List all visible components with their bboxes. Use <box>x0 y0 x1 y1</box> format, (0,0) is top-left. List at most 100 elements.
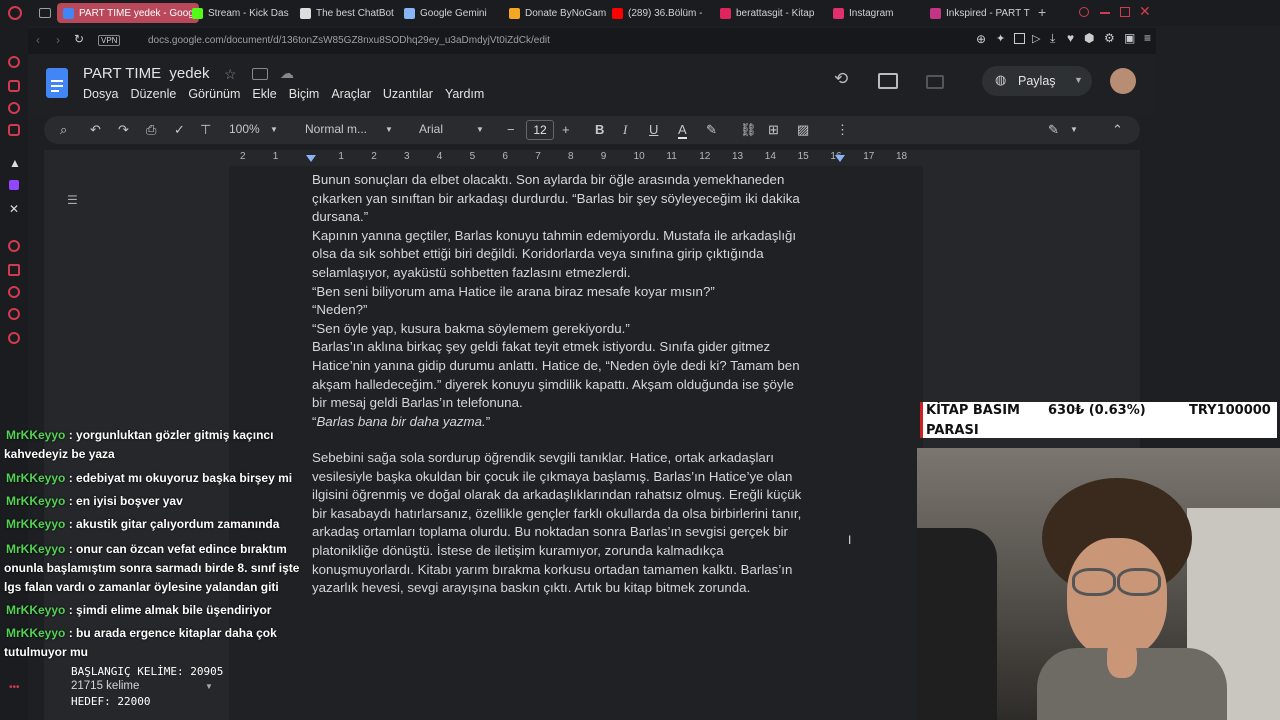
browser-tab[interactable]: PART TIME yedek - Goog <box>57 3 199 23</box>
menu-icon[interactable]: ≡ <box>1144 31 1151 45</box>
word-count[interactable]: 21715 kelime <box>71 680 139 692</box>
bold-icon[interactable]: B <box>595 122 604 137</box>
chat-text: : edebiyat mı okuyoruz başka birşey mi <box>68 471 293 485</box>
sidebar-settings-icon[interactable] <box>8 332 20 344</box>
more-options-icon[interactable]: ⋮ <box>836 122 849 138</box>
paint-format-icon[interactable]: ⊤ <box>200 122 211 138</box>
share-button[interactable]: ◍ Paylaş ▼ <box>982 66 1092 96</box>
search-menus-icon[interactable]: ⌕ <box>60 122 67 138</box>
browser-tab[interactable]: Donate ByNoGam <box>509 3 609 23</box>
docs-logo-icon[interactable] <box>46 68 68 98</box>
comments-icon[interactable] <box>878 73 898 89</box>
reload-icon[interactable]: ↻ <box>74 32 84 46</box>
move-folder-icon[interactable] <box>252 68 268 80</box>
text-color-icon[interactable]: A <box>678 122 687 139</box>
increase-font-size-icon[interactable]: + <box>562 122 570 137</box>
sidebar-aria-icon[interactable]: ▲ <box>9 156 21 170</box>
close-window-icon[interactable]: ✕ <box>1139 3 1151 20</box>
share-dropdown-icon[interactable]: ▼ <box>1074 75 1083 85</box>
spellcheck-icon[interactable]: ✓ <box>174 122 185 138</box>
editing-mode-chevron-down-icon[interactable]: ▼ <box>1070 125 1078 134</box>
document-paragraph[interactable]: Sebebini sağa sola sordurup öğrendik sev… <box>312 449 842 598</box>
redo-icon[interactable]: ↷ <box>118 122 129 138</box>
pin-icon[interactable]: ✦ <box>996 32 1005 45</box>
browser-tab[interactable]: berattasgit - Kitap <box>720 3 825 23</box>
sidebar-workspace-icon[interactable] <box>8 56 20 68</box>
ruler-margin-marker-icon[interactable] <box>306 155 316 162</box>
maximize-icon[interactable] <box>1120 7 1130 17</box>
decrease-font-size-icon[interactable]: − <box>507 122 515 137</box>
menu-item[interactable]: Araçlar <box>331 87 371 103</box>
snapshot-icon[interactable] <box>1014 33 1025 44</box>
menu-item[interactable]: Uzantılar <box>383 87 433 103</box>
meet-icon[interactable] <box>926 75 944 89</box>
forward-icon[interactable]: › <box>56 33 60 47</box>
style-chevron-down-icon[interactable]: ▼ <box>385 125 393 134</box>
ruler-right-marker-icon[interactable] <box>835 155 845 162</box>
document-outline-icon[interactable]: ☰ <box>67 193 78 207</box>
italic-icon[interactable]: I <box>623 122 627 138</box>
heart-icon[interactable]: ♥ <box>1067 31 1074 45</box>
zoom-icon[interactable]: ⊕ <box>976 32 986 46</box>
new-tab-button[interactable]: + <box>1038 4 1046 20</box>
back-icon[interactable]: ‹ <box>36 33 40 47</box>
avatar[interactable] <box>1110 68 1136 94</box>
menu-item[interactable]: Ekle <box>252 87 276 103</box>
sidebar-x-icon[interactable]: ✕ <box>9 202 19 216</box>
wallet-icon[interactable]: ▣ <box>1124 31 1135 45</box>
sidebar-messenger-icon[interactable] <box>8 80 20 92</box>
play-icon[interactable]: ▷ <box>1032 32 1040 45</box>
insert-link-icon[interactable]: ⛓ <box>740 122 757 138</box>
menu-item[interactable]: Biçim <box>289 87 320 103</box>
browser-tab[interactable]: Instagram <box>833 3 923 23</box>
sidebar-more-icon[interactable]: ••• <box>9 682 20 693</box>
cloud-status-icon[interactable]: ☁ <box>280 65 294 82</box>
star-icon[interactable]: ☆ <box>224 66 237 83</box>
browser-tab[interactable]: Inkspired - PART T <box>930 3 1030 23</box>
hide-menus-icon[interactable]: ⌃ <box>1112 122 1123 138</box>
menu-item[interactable]: Dosya <box>83 87 118 103</box>
easy-setup-icon[interactable]: ⚙ <box>1104 31 1115 45</box>
url-field[interactable]: docs.google.com/document/d/136tonZsW85GZ… <box>148 35 550 46</box>
font-chevron-down-icon[interactable]: ▼ <box>476 125 484 134</box>
print-icon[interactable]: ⎙ <box>146 122 156 138</box>
ruler-number: 12 <box>699 151 711 162</box>
sidebar-player-icon[interactable] <box>8 240 20 252</box>
font-size-input[interactable]: 12 <box>526 120 554 140</box>
insert-image-icon[interactable]: ▨ <box>797 122 809 138</box>
highlight-color-icon[interactable]: ✎ <box>706 122 717 138</box>
document-paragraph[interactable]: Bunun sonuçları da elbet olacaktı. Son a… <box>312 171 842 413</box>
word-count-chevron-down-icon[interactable]: ▼ <box>205 682 213 691</box>
minimize-icon[interactable] <box>1100 12 1110 14</box>
undo-icon[interactable]: ↶ <box>90 122 101 138</box>
vpn-badge[interactable]: VPN <box>98 35 121 46</box>
menu-item[interactable]: Görünüm <box>188 87 240 103</box>
extensions-icon[interactable]: ⬢ <box>1084 31 1094 45</box>
menu-item[interactable]: Yardım <box>445 87 484 103</box>
tab-overview-icon[interactable] <box>39 8 51 18</box>
browser-tab[interactable]: (289) 36.Bölüm - <box>612 3 712 23</box>
zoom-chevron-down-icon[interactable]: ▼ <box>270 125 278 134</box>
opera-logo-icon[interactable] <box>8 6 22 20</box>
sidebar-twitch-icon[interactable] <box>9 180 19 190</box>
editing-mode-icon[interactable]: ✎ <box>1048 122 1059 138</box>
add-comment-icon[interactable]: ⊞ <box>768 122 779 138</box>
font-select[interactable]: Arial <box>419 122 443 136</box>
document-title[interactable]: PART TIME yedek <box>83 65 209 82</box>
sidebar-history-icon[interactable] <box>8 286 20 298</box>
browser-tab[interactable]: Google Gemini <box>404 3 504 23</box>
search-tabs-icon[interactable] <box>1079 7 1089 17</box>
sidebar-pinboard-icon[interactable] <box>8 264 20 276</box>
browser-tab[interactable]: The best ChatBot <box>300 3 400 23</box>
download-icon[interactable]: ⤓ <box>1050 31 1055 46</box>
zoom-select[interactable]: 100% <box>229 122 260 136</box>
version-history-icon[interactable]: ⟲ <box>834 69 848 89</box>
browser-tab[interactable]: Stream - Kick Das <box>192 3 292 23</box>
underline-icon[interactable]: U <box>649 122 658 137</box>
style-select[interactable]: Normal m... <box>305 122 367 136</box>
menu-item[interactable]: Düzenle <box>130 87 176 103</box>
sidebar-extensions-icon[interactable] <box>8 308 20 320</box>
sidebar-whatsapp-icon[interactable] <box>8 102 20 114</box>
document-paragraph-italic[interactable]: “Barlas bana bir daha yazma.” <box>312 413 842 432</box>
sidebar-instagram-icon[interactable] <box>8 124 20 136</box>
